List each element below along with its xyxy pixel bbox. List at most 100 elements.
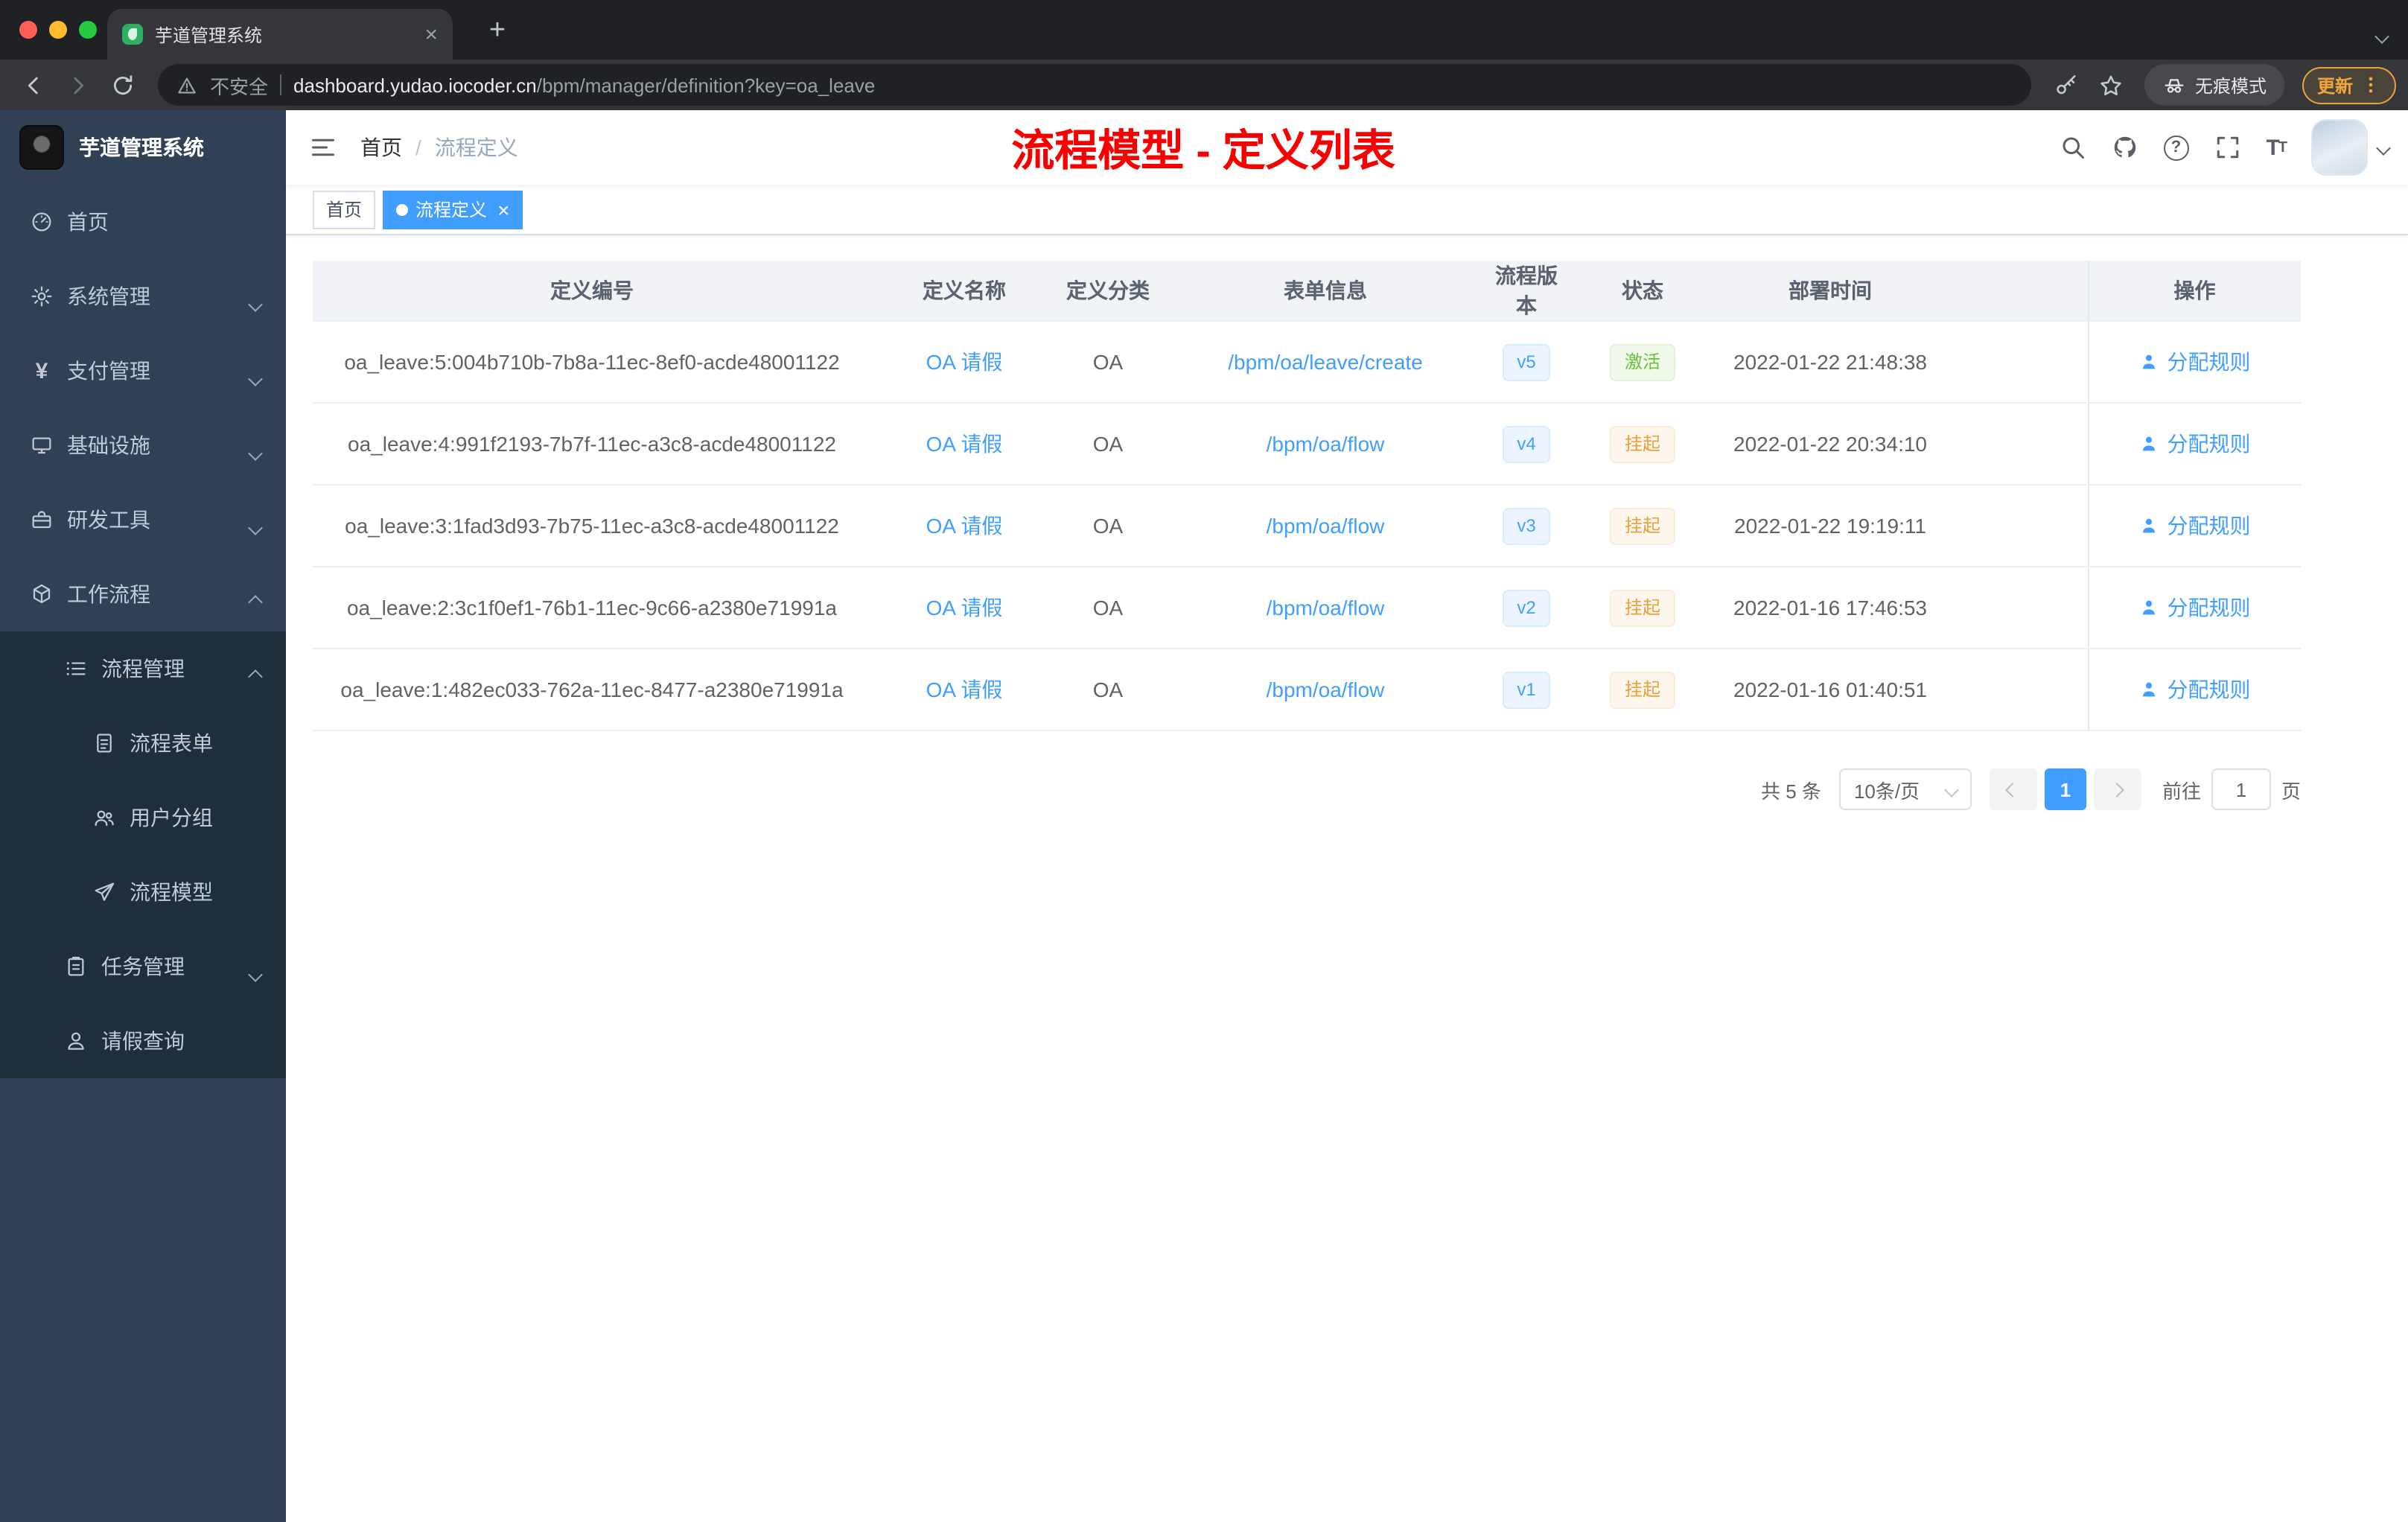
column-header: 流程版本 [1492, 261, 1561, 322]
form-link[interactable]: /bpm/oa/flow [1267, 678, 1385, 701]
definition-name-link[interactable]: OA 请假 [926, 350, 1003, 374]
assign-rule-button[interactable]: 分配规则 [2139, 347, 2251, 377]
content-area: 定义编号 定义名称 定义分类 表单信息 流程版本 状态 部署时间 操作 oa_l… [286, 235, 2408, 1522]
prev-page-button[interactable] [1989, 768, 2037, 810]
address-bar[interactable]: 不安全 dashboard.yudao.iocoder.cn/bpm/manag… [158, 64, 2031, 106]
sidebar-item-process-form[interactable]: 流程表单 [0, 706, 286, 780]
user-icon [2143, 600, 2156, 615]
window-controls [19, 21, 97, 39]
yen-icon: ¥ [35, 358, 48, 383]
chevron-up-icon [248, 588, 263, 612]
fullscreen-icon[interactable] [2214, 134, 2240, 161]
page-unit-label: 页 [2281, 780, 2301, 802]
sidebar-item-workflow[interactable]: 工作流程 [0, 557, 286, 631]
sidebar-collapse-icon[interactable] [286, 110, 360, 185]
breadcrumb-home[interactable]: 首页 [360, 133, 402, 162]
column-header: 定义编号 [313, 261, 871, 322]
assign-rule-button[interactable]: 分配规则 [2139, 593, 2251, 623]
form-link[interactable]: /bpm/oa/leave/create [1228, 350, 1423, 374]
tag-close-icon[interactable]: × [497, 199, 509, 220]
cell-filler [1936, 485, 2088, 567]
navbar: 首页 / 流程定义 流程模型 - 定义列表 ? TT [286, 110, 2408, 185]
tag-home[interactable]: 首页 [313, 190, 376, 229]
address-divider [280, 74, 282, 95]
tag-process-definition[interactable]: 流程定义 × [383, 190, 523, 229]
cell-category: OA [1057, 567, 1159, 649]
users-icon [92, 806, 116, 830]
app-logo[interactable]: 芋道管理系统 [0, 110, 286, 185]
sidebar-item-home[interactable]: 首页 [0, 185, 286, 259]
status-badge: 挂起 [1609, 589, 1675, 626]
form-link[interactable]: /bpm/oa/flow [1267, 514, 1385, 538]
logo-image [19, 125, 64, 170]
chevron-down-icon [248, 961, 263, 984]
sidebar-item-infrastructure[interactable]: 基础设施 [0, 408, 286, 483]
cell-deploy-time: 2022-01-22 19:19:11 [1724, 485, 1936, 567]
sidebar-item-process-management[interactable]: 流程管理 [0, 631, 286, 706]
tag-active-dot [396, 203, 409, 215]
sidebar-item-task-management[interactable]: 任务管理 [0, 929, 286, 1004]
sidebar-item-dev-tools[interactable]: 研发工具 [0, 483, 286, 557]
sidebar-item-process-model[interactable]: 流程模型 [0, 855, 286, 929]
screenshot-root: 芋道管理系统 × + 不安全 dashboard.yudao.iocoder.c… [0, 0, 2408, 1522]
version-badge: v5 [1502, 343, 1551, 380]
tab-search-chevron-icon[interactable] [2374, 22, 2389, 49]
definition-name-link[interactable]: OA 请假 [926, 596, 1003, 620]
definition-name-link[interactable]: OA 请假 [926, 432, 1003, 456]
cell-filler [1936, 649, 2088, 731]
sidebar-item-system[interactable]: 系统管理 [0, 259, 286, 334]
page-size-select[interactable]: 10条/页 [1838, 768, 1972, 810]
github-icon[interactable] [2111, 134, 2138, 161]
user-menu[interactable] [2311, 119, 2391, 176]
tags-view: 首页 流程定义 × [286, 185, 2408, 235]
sidebar-item-payment[interactable]: ¥ 支付管理 [0, 334, 286, 408]
back-button[interactable] [12, 64, 54, 106]
forward-button[interactable] [57, 64, 98, 106]
column-header: 操作 [2087, 261, 2301, 322]
chevron-down-icon [248, 439, 263, 463]
sidebar-item-leave-query[interactable]: 请假查询 [0, 1004, 286, 1078]
column-header: 表单信息 [1159, 261, 1492, 322]
url-path: /bpm/manager/definition?key=oa_leave [536, 74, 876, 96]
help-icon[interactable]: ? [2163, 135, 2189, 160]
page-number-button[interactable]: 1 [2044, 768, 2086, 810]
breadcrumb: 首页 / 流程定义 [360, 133, 518, 162]
minimize-window-button[interactable] [49, 21, 67, 39]
assign-rule-button[interactable]: 分配规则 [2139, 675, 2251, 704]
dashboard-icon [30, 210, 54, 234]
toolbox-icon [30, 508, 54, 532]
goto-page-input[interactable] [2211, 768, 2271, 810]
new-tab-button[interactable]: + [480, 13, 515, 49]
assign-rule-button[interactable]: 分配规则 [2139, 511, 2251, 541]
incognito-badge[interactable]: 无痕模式 [2144, 64, 2284, 106]
chrome-update-button[interactable]: 更新 [2302, 66, 2396, 104]
next-page-button[interactable] [2093, 768, 2141, 810]
bookmark-star-icon[interactable] [2091, 64, 2133, 106]
close-window-button[interactable] [19, 21, 37, 39]
sidebar-item-label: 首页 [67, 210, 109, 234]
workflow-submenu: 流程管理 流程表单 用户分组 流程模型 任务管理 请假查询 [0, 631, 286, 1078]
cell-deploy-time: 2022-01-22 20:34:10 [1724, 403, 1936, 485]
zoom-window-button[interactable] [79, 21, 97, 39]
main-area: 首页 / 流程定义 流程模型 - 定义列表 ? TT 首页 流程定义 × 定义编… [286, 110, 2408, 1522]
definition-name-link[interactable]: OA 请假 [926, 514, 1003, 538]
navbar-actions: ? TT [2059, 110, 2391, 185]
tab-close-icon[interactable]: × [424, 23, 438, 45]
status-badge: 挂起 [1609, 507, 1675, 544]
search-icon[interactable] [2059, 134, 2086, 161]
browser-tab[interactable]: 芋道管理系统 × [107, 9, 453, 60]
form-link[interactable]: /bpm/oa/flow [1267, 596, 1385, 620]
assign-rule-button[interactable]: 分配规则 [2139, 429, 2251, 459]
pagination-goto: 前往 页 [2162, 768, 2301, 810]
form-link[interactable]: /bpm/oa/flow [1267, 432, 1385, 456]
user-icon [2143, 436, 2156, 451]
definition-name-link[interactable]: OA 请假 [926, 678, 1003, 701]
cell-filler [1936, 321, 2088, 404]
goto-label: 前往 [2162, 780, 2201, 802]
sidebar-item-label: 支付管理 [67, 359, 150, 383]
sidebar-item-user-group[interactable]: 用户分组 [0, 780, 286, 855]
reload-button[interactable] [101, 64, 143, 106]
font-size-icon[interactable]: TT [2266, 135, 2287, 160]
password-key-icon[interactable] [2046, 64, 2088, 106]
cell-category: OA [1057, 403, 1159, 485]
